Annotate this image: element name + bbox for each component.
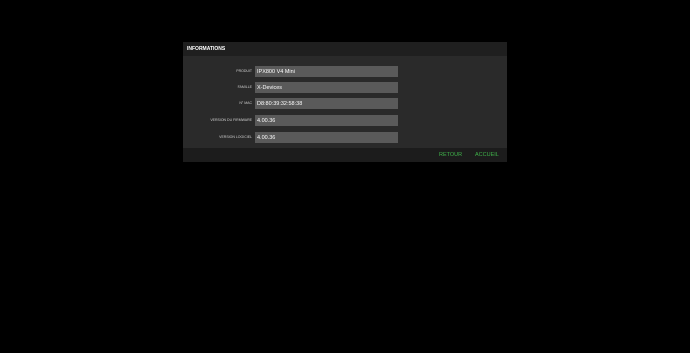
- home-button[interactable]: ACCUEIL: [475, 152, 499, 158]
- panel-body: PRODUIT FAMILLE N° MAC VERSION DU FIRMWA…: [183, 56, 507, 147]
- field-row-product: PRODUIT: [183, 66, 507, 77]
- software-version-field[interactable]: [255, 132, 398, 143]
- back-button[interactable]: RETOUR: [439, 152, 462, 158]
- field-label-product: PRODUIT: [236, 69, 252, 73]
- field-label-firmware: VERSION DU FIRMWARE: [210, 118, 252, 122]
- field-row-mac: N° MAC: [183, 98, 507, 109]
- field-row-software: VERSION LOGICIEL: [183, 132, 507, 143]
- product-field[interactable]: [255, 66, 398, 77]
- firmware-version-field[interactable]: [255, 115, 398, 126]
- field-row-family: FAMILLE: [183, 82, 507, 93]
- field-label-family: FAMILLE: [237, 85, 252, 89]
- panel-title: INFORMATIONS: [183, 42, 507, 56]
- family-field[interactable]: [255, 82, 398, 93]
- field-row-firmware: VERSION DU FIRMWARE: [183, 115, 507, 126]
- informations-panel: INFORMATIONS PRODUIT FAMILLE N° MAC VERS…: [183, 42, 507, 162]
- mac-field[interactable]: [255, 98, 398, 109]
- field-label-software: VERSION LOGICIEL: [219, 135, 252, 139]
- field-label-mac: N° MAC: [239, 101, 252, 105]
- panel-footer: RETOUR ACCUEIL: [183, 148, 507, 162]
